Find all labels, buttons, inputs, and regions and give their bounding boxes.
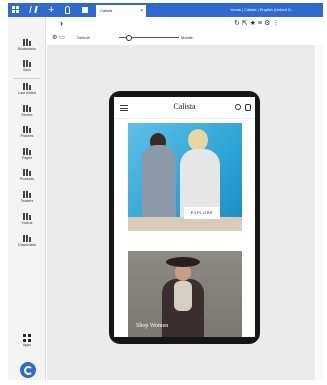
- star-icon[interactable]: ★: [250, 20, 258, 27]
- site-logo[interactable]: Calista: [114, 102, 255, 111]
- stories-icon: [23, 105, 31, 112]
- cart-icon[interactable]: [245, 104, 251, 111]
- open-external-icon[interactable]: ⇱: [242, 20, 250, 27]
- sidebar-item-apps[interactable]: Apps: [8, 334, 46, 347]
- search-icon[interactable]: [235, 104, 241, 110]
- toolbar-icons: ⚙ ▭: [52, 31, 65, 45]
- explore-button[interactable]: EXPLORE: [184, 207, 220, 219]
- sidebar-item-last-edited[interactable]: Last edited: [8, 83, 46, 95]
- teasers-icon: [23, 191, 31, 198]
- settings-icon[interactable]: ⚙: [52, 35, 57, 41]
- sidebar-item-label: Stories: [21, 113, 33, 117]
- preview-toolbar: ⚙ ▭ Default Mobile: [47, 31, 323, 45]
- mobile-preview-screen: Calista EXPLORE Shop Women: [114, 97, 255, 337]
- model-hat: [166, 257, 200, 267]
- right-panel-strip: [315, 45, 323, 380]
- sidebar-item-stories[interactable]: Stories: [8, 105, 46, 117]
- sidebar-item-bookmarks[interactable]: Bookmarks: [8, 39, 46, 51]
- sidebar-item-label: Downloads: [18, 243, 36, 247]
- site-header: Calista: [114, 97, 255, 119]
- sidebar-item-pictures[interactable]: Pictures: [8, 126, 46, 138]
- downloads-icon: [23, 235, 31, 242]
- app-grid-icon[interactable]: [12, 6, 19, 13]
- more-icon[interactable]: ⋮: [272, 20, 281, 27]
- tab-title: Calista: [100, 8, 113, 13]
- sidebar-item-label: Videos: [21, 221, 33, 225]
- sidebar: Bookmarks Save Last edited Stories Pictu…: [8, 17, 46, 380]
- device-select[interactable]: Mobile: [181, 31, 193, 45]
- frame-icon[interactable]: ▭: [59, 35, 65, 41]
- bookmarks-icon: [23, 39, 31, 46]
- shop-women-label: Shop Women: [136, 323, 169, 329]
- new-tab-icon[interactable]: +: [48, 3, 54, 17]
- sidebar-item-downloads[interactable]: Downloads: [8, 235, 46, 247]
- sidebar-item-label: Teasers: [20, 199, 34, 203]
- window-icon[interactable]: [82, 7, 88, 13]
- sidebar-divider: [14, 78, 40, 79]
- apps-icon: [23, 334, 31, 342]
- pin-icon[interactable]: [65, 6, 70, 14]
- sidebar-item-videos[interactable]: Videos: [8, 213, 46, 225]
- profile-select[interactable]: Default: [77, 31, 90, 45]
- videos-icon: [23, 213, 31, 220]
- nav-bar: › ↻⇱★≡⚙⋮: [8, 17, 323, 30]
- products-icon: [23, 169, 31, 176]
- pictures-icon: [23, 126, 31, 133]
- toolbar-actions: ↻⇱★≡⚙⋮: [234, 17, 281, 30]
- shop-women-teaser[interactable]: Shop Women: [128, 251, 242, 337]
- sidebar-item-label: Bookmarks: [18, 47, 36, 51]
- sidebar-item-label: Save: [22, 68, 32, 72]
- hero-bench: [128, 217, 242, 231]
- sidebar-item-products[interactable]: Products: [8, 169, 46, 181]
- reload-icon[interactable]: ↻: [234, 20, 242, 27]
- pages-icon: [23, 148, 31, 155]
- sidebar-item-label: Last edited: [18, 91, 36, 95]
- last-edited-icon: [23, 83, 31, 90]
- hero-teaser[interactable]: EXPLORE: [128, 123, 242, 231]
- sidebar-item-label: Pages: [21, 156, 33, 160]
- browser-tab-bar: + Calista × Yonas | Calista | English (U…: [8, 3, 323, 17]
- sidebar-item-label: Products: [19, 177, 35, 181]
- save-icon: [23, 60, 31, 67]
- tab-calista[interactable]: Calista ×: [96, 5, 146, 17]
- zoom-slider[interactable]: [119, 35, 179, 41]
- library-icon[interactable]: [29, 6, 38, 13]
- forward-icon[interactable]: ›: [60, 17, 63, 30]
- app-logo-icon[interactable]: [20, 362, 36, 378]
- sidebar-item-teasers[interactable]: Teasers: [8, 191, 46, 203]
- sidebar-item-label: Apps: [22, 343, 32, 347]
- hero-person-head: [188, 129, 208, 151]
- window-title: Yonas | Calista | English (United S...: [230, 7, 294, 12]
- close-tab-icon[interactable]: ×: [140, 5, 143, 17]
- sidebar-item-save[interactable]: Save: [8, 60, 46, 72]
- model-scarf: [174, 281, 192, 311]
- sidebar-item-label: Pictures: [20, 134, 34, 138]
- sidebar-item-pages[interactable]: Pages: [8, 148, 46, 160]
